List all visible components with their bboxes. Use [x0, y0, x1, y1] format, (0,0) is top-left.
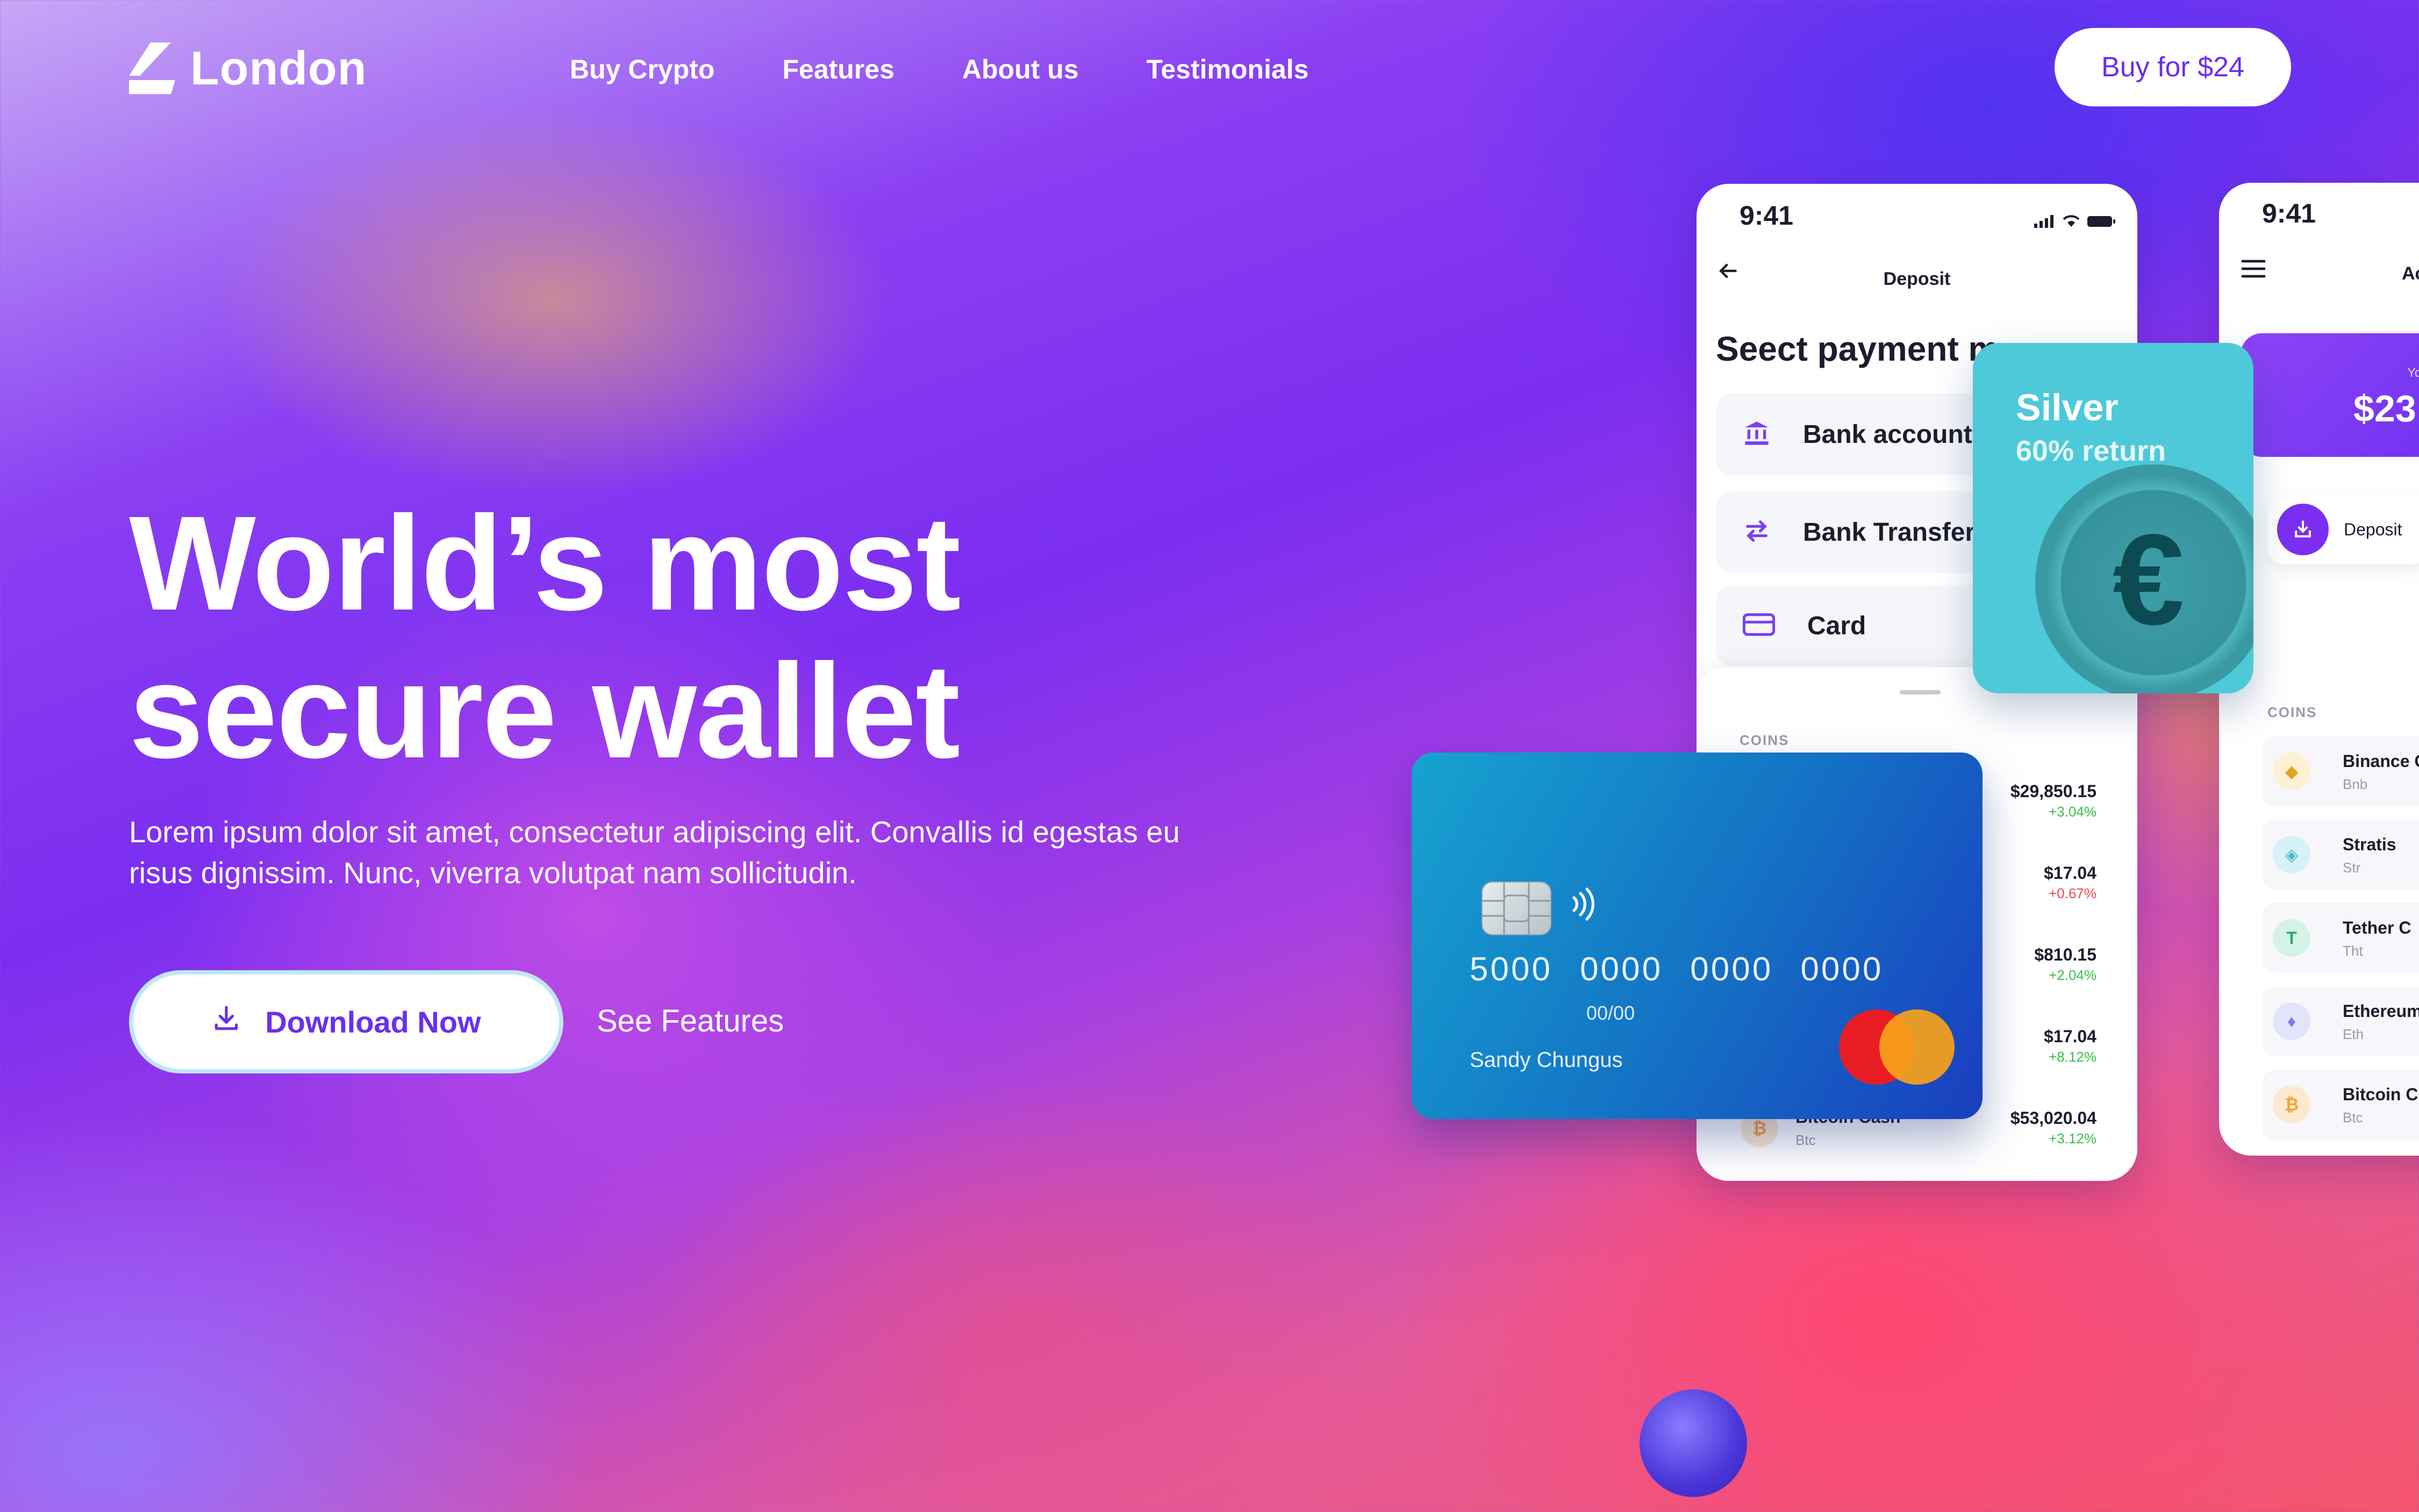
logo-mark-icon	[129, 42, 175, 94]
deposit-icon	[2277, 504, 2329, 555]
wifi-icon	[2062, 215, 2080, 231]
battery-icon	[2087, 215, 2116, 231]
coin-change: +3.12%	[2049, 1130, 2096, 1146]
status-time: 9:41	[1740, 200, 1794, 231]
option-label: Bank Transfer	[1803, 518, 1976, 547]
ethereum-icon: ♦	[2273, 1002, 2310, 1040]
balance-label: Your	[2407, 366, 2419, 380]
coin-row[interactable]: T Tether C Tht	[2262, 903, 2419, 973]
coin-name: Tether C	[2343, 918, 2411, 937]
coin-symbol: Eth	[2343, 1026, 2364, 1042]
deposit-label: Deposit	[2344, 519, 2402, 539]
download-now-label: Download Now	[265, 1005, 481, 1039]
card-holder: Sandy Chungus	[1470, 1048, 1623, 1072]
hero-subtitle: Lorem ipsum dolor sit amet, consectetur …	[129, 815, 1180, 890]
coin-row[interactable]: ◈ Stratis Str	[2262, 820, 2419, 890]
coin-symbol: Btc	[1795, 1132, 1816, 1148]
coin-name: Bitcoin C	[2343, 1085, 2418, 1104]
coin-price: $29,850.15	[2010, 782, 2096, 801]
brand-logo[interactable]: London	[129, 41, 367, 96]
coin-name: Ethereum	[2343, 1001, 2419, 1021]
payment-method-title: Seect payment m	[1716, 329, 1999, 368]
status-time: 9:41	[2262, 198, 2316, 228]
decorative-sphere	[1640, 1389, 1747, 1497]
coin-symbol: Bnb	[2343, 776, 2368, 792]
deposit-button[interactable]: Deposit	[2267, 495, 2419, 564]
contactless-icon	[1568, 887, 1600, 924]
mastercard-logo-circle	[1879, 1009, 1955, 1085]
card-number: 5000 0000 0000 0000	[1470, 951, 1884, 988]
nav-buy-crypto[interactable]: Buy Crypto	[570, 54, 714, 85]
coin-change: +2.04%	[2049, 967, 2096, 983]
nav-about-us[interactable]: About us	[962, 54, 1079, 85]
coin-price: $53,020.04	[2010, 1108, 2096, 1128]
coin-row[interactable]: ₿ Bitcoin C Btc	[2262, 1070, 2419, 1140]
silver-title: Silver	[2016, 386, 2119, 428]
bitcoin-icon: ₿	[2273, 1086, 2310, 1123]
euro-symbol: €	[2113, 507, 2185, 651]
card-icon	[1742, 611, 1776, 641]
tether-icon: T	[2273, 919, 2310, 957]
coin-price: $17.04	[2044, 1027, 2096, 1046]
hero-title-line2: secure wallet	[129, 636, 960, 786]
download-icon	[211, 1004, 241, 1041]
hero-title: World’s most secure wallet	[129, 489, 1097, 785]
coin-change: +3.04%	[2049, 804, 2096, 820]
binance-icon: ◆	[2273, 753, 2310, 790]
coins-label: COINS	[2267, 704, 2317, 720]
coins-label: COINS	[1740, 732, 1790, 748]
coin-row[interactable]: ♦ Ethereum Eth	[2262, 986, 2419, 1056]
account-heading: Ac	[2402, 263, 2419, 284]
brand-name: London	[190, 41, 367, 95]
coin-name: Binance C	[2343, 751, 2419, 771]
option-label: Bank account	[1803, 420, 1972, 449]
main-nav: Buy Crypto Features About us Testimonial…	[570, 54, 1308, 85]
card-chip-icon	[1482, 882, 1551, 935]
coin-symbol: Str	[2343, 859, 2361, 876]
download-now-button[interactable]: Download Now	[129, 970, 563, 1073]
silver-return: 60% return	[2016, 435, 2166, 467]
coin-change: +0.67%	[2049, 885, 2096, 901]
status-icons	[2034, 215, 2116, 231]
coin-name: Stratis	[2343, 835, 2396, 854]
coin-price: $17.04	[2044, 863, 2096, 883]
card-valid-thru: 00/00	[1586, 1002, 1635, 1024]
buy-button[interactable]: Buy for $24	[2055, 28, 2291, 106]
transfer-icon	[1743, 517, 1771, 548]
nav-testimonials[interactable]: Testimonials	[1147, 54, 1309, 85]
coin-row[interactable]: ◆ Binance C Bnb	[2262, 736, 2419, 806]
stratis-icon: ◈	[2273, 836, 2310, 873]
hero-title-line1: World’s most	[129, 488, 961, 638]
signal-icon	[2034, 215, 2056, 231]
silver-plan-card: Silver 60% return €	[1973, 343, 2253, 693]
see-features-link[interactable]: See Features	[597, 1003, 784, 1039]
bank-icon	[1743, 419, 1771, 450]
coin-change: +8.12%	[2049, 1049, 2096, 1065]
coin-symbol: Tht	[2343, 943, 2363, 959]
coin-price: $810.15	[2034, 945, 2096, 964]
credit-card: 5000 0000 0000 0000 00/00 Sandy Chungus	[1412, 753, 1983, 1119]
balance-card: Your $23	[2241, 333, 2419, 457]
balance-amount: $23	[2353, 388, 2416, 429]
sheet-handle[interactable]	[1900, 690, 1941, 694]
coin-symbol: Btc	[2343, 1109, 2363, 1126]
option-label: Card	[1807, 611, 1866, 640]
menu-icon[interactable]	[2241, 258, 2266, 282]
deposit-heading: Deposit	[1883, 269, 1951, 289]
nav-features[interactable]: Features	[782, 54, 894, 85]
